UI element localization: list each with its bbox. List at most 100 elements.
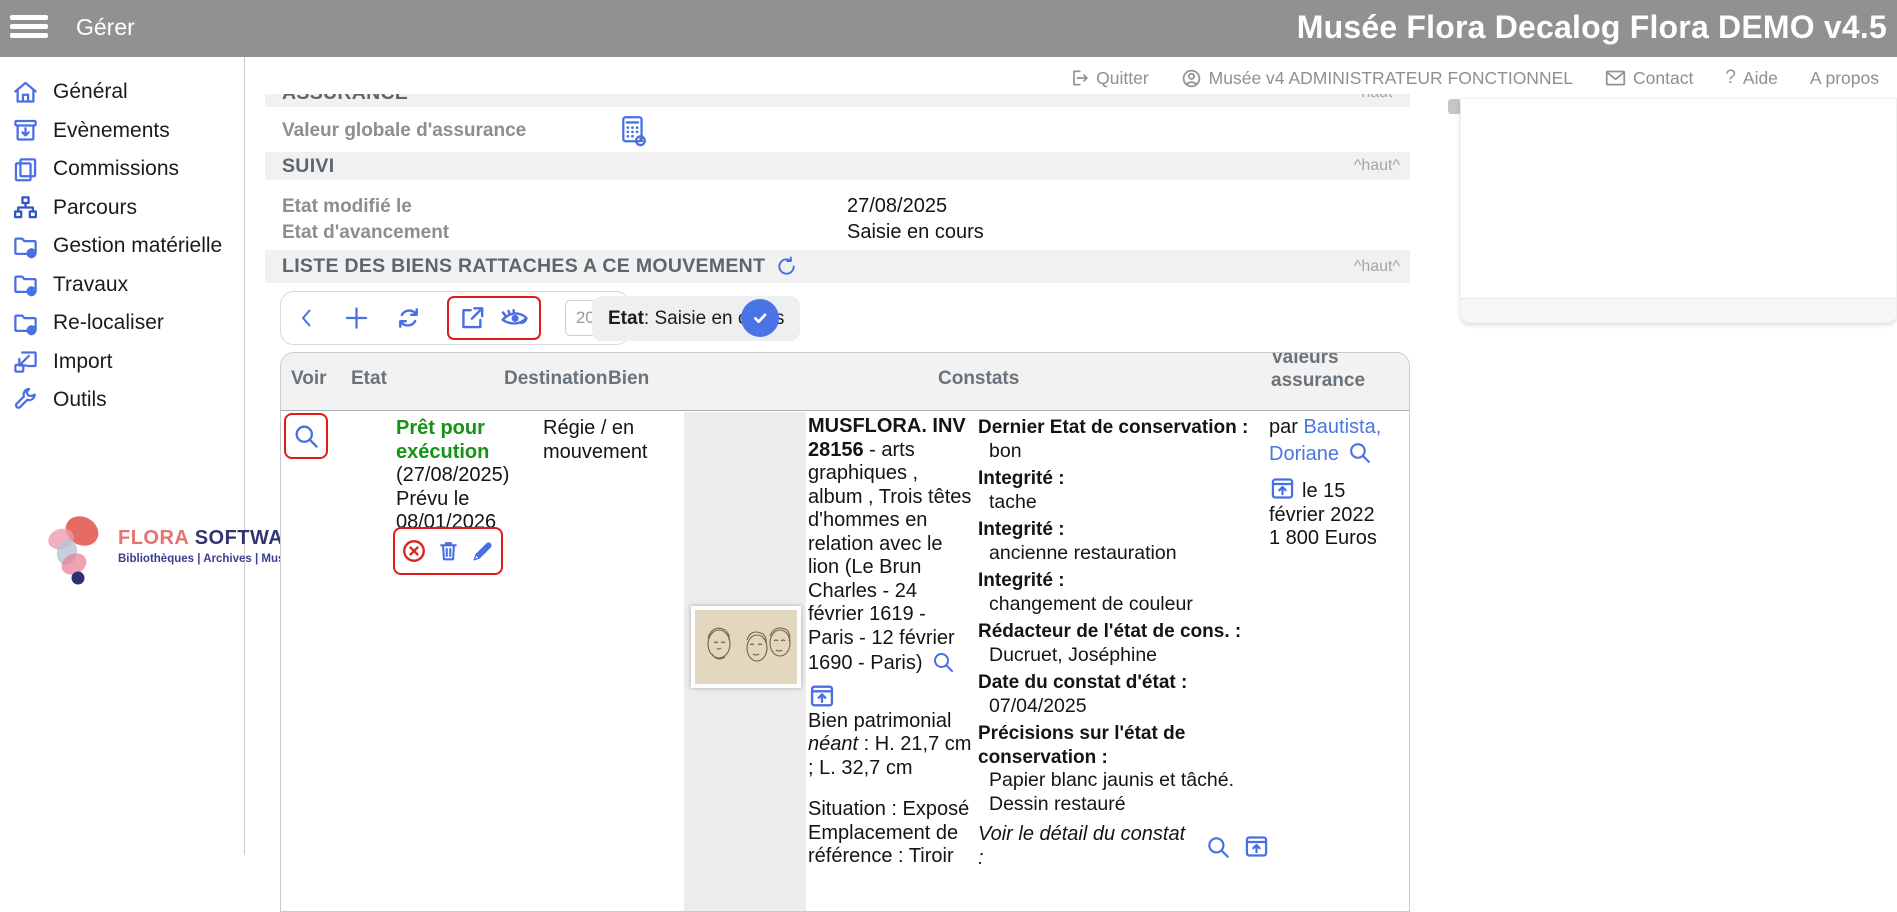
envelope-icon (1605, 69, 1626, 87)
valeur-date: le 15 février 2022 (1269, 475, 1405, 527)
constat-item: Integrité :tache (978, 467, 1270, 514)
user-menu[interactable]: Musée v4 ADMINISTRATEUR FONCTIONNEL (1181, 68, 1573, 89)
viewer-eye-icon[interactable] (499, 303, 530, 333)
etat-modifie-label: Etat modifié le (282, 196, 412, 218)
sidebar-item-travaux[interactable]: Travaux (0, 266, 244, 305)
constat-item: Dernier Etat de conservation :bon (978, 416, 1270, 463)
folder-globe-icon (12, 310, 39, 337)
apropos-link[interactable]: A propos (1810, 68, 1879, 89)
sitemap-icon (12, 194, 39, 221)
col-destination: Destination (504, 368, 607, 390)
etat-avancement-label: Etat d'avancement (282, 222, 449, 244)
sidebar-nav: Général Evènements Commissions Parcours … (0, 57, 245, 855)
app-header: Gérer Musée Flora Decalog Flora DEMO v4.… (0, 0, 1897, 57)
trash-icon[interactable] (436, 538, 461, 564)
assurance-section-title: ASSURANCE (282, 94, 408, 105)
annotation-box-toolbar (447, 296, 541, 340)
archive-icon (12, 117, 39, 144)
valeurs-assurance-cell: par Bautista, Doriane le 15 février 2022… (1269, 416, 1405, 551)
calculator-icon[interactable] (618, 115, 648, 147)
constat-item: Integrité :changement de couleur (978, 569, 1270, 616)
chevron-left-icon[interactable] (295, 304, 319, 332)
wrench-icon (12, 387, 39, 414)
scroll-top-link[interactable]: ^haut^ (1354, 258, 1400, 276)
sidebar-item-general[interactable]: Général (0, 73, 244, 112)
folder-globe-icon (12, 271, 39, 298)
sidebar-item-outils[interactable]: Outils (0, 381, 244, 420)
question-icon: ? (1725, 67, 1736, 89)
app-title: Musée Flora Decalog Flora DEMO v4.5 (1297, 9, 1887, 46)
sidebar-item-parcours[interactable]: Parcours (0, 189, 244, 228)
cancel-circle-icon[interactable] (401, 538, 427, 564)
biens-table: Voir Etat Destination Bien Constats Vale… (280, 352, 1410, 912)
etat-modifie-value: 27/08/2025 (847, 195, 947, 218)
quitter-link[interactable]: Quitter (1069, 68, 1149, 89)
suivi-section-header: SUIVI ^haut^ (265, 152, 1410, 180)
etat-status: Prêt pour exécution (396, 417, 489, 463)
col-voir: Voir (291, 368, 327, 390)
valeur-montant: 1 800 Euros (1269, 527, 1405, 551)
sidebar-item-gestion-materielle[interactable]: Gestion matérielle (0, 227, 244, 266)
check-circle-icon[interactable] (741, 299, 779, 337)
refresh-icon[interactable] (775, 255, 798, 278)
assurance-section-clipped: ASSURANCE ^haut^ (265, 94, 1410, 107)
import-icon (12, 348, 39, 375)
suivi-section-title: SUIVI (282, 155, 334, 178)
etat-avancement-value: Saisie en cours (847, 221, 984, 244)
sidebar-item-evenements[interactable]: Evènements (0, 112, 244, 151)
col-constats: Constats (938, 368, 1019, 390)
home-icon (12, 79, 39, 106)
bien-description: - arts graphiques , album , Trois têtes … (808, 439, 971, 675)
table-header-row: Voir Etat Destination Bien Constats Vale… (281, 353, 1409, 411)
top-links-row: Quitter Musée v4 ADMINISTRATEUR FONCTION… (246, 60, 1897, 96)
bien-type: Bien patrimonial (808, 710, 972, 734)
right-side-panel (1460, 98, 1897, 323)
search-icon[interactable] (292, 422, 320, 450)
bien-cell: MUSFLORA. INV 28156 - arts graphiques , … (808, 415, 972, 869)
scroll-top-link[interactable]: ^haut^ (1354, 94, 1400, 102)
open-window-icon[interactable] (808, 682, 972, 710)
annotation-box-voir (284, 413, 328, 459)
brand-tagline: Bibliothèques | Archives | Musées (118, 553, 304, 565)
constat-item: Integrité :ancienne restauration (978, 518, 1270, 565)
col-valeurs-assurance: Valeurs assurance (1271, 352, 1371, 392)
constats-cell: Dernier Etat de conservation :bon Integr… (978, 416, 1270, 870)
constat-item: Précisions sur l'état de conservation :P… (978, 722, 1270, 816)
search-icon[interactable] (1347, 440, 1372, 465)
app-root: { "header": { "menu_label": "Gérer", "ap… (0, 0, 1897, 855)
bien-dimensions: néant : H. 21,7 cm ; L. 32,7 cm (808, 733, 972, 780)
pencil-icon[interactable] (470, 538, 496, 564)
aide-link[interactable]: ? Aide (1725, 67, 1778, 89)
destination-cell: Régie / en mouvement (543, 417, 655, 464)
constat-item: Rédacteur de l'état de cons. :Ducruet, J… (978, 620, 1270, 667)
sidebar-item-relocaliser[interactable]: Re-localiser (0, 304, 244, 343)
scroll-top-link[interactable]: ^haut^ (1354, 157, 1400, 175)
right-panel-footer (1461, 298, 1896, 322)
liste-biens-title: LISTE DES BIENS RATTACHES A CE MOUVEMENT (282, 255, 765, 278)
col-etat: Etat (351, 368, 387, 390)
search-icon[interactable] (931, 650, 955, 674)
constat-detail-row: Voir le détail du constat : (978, 823, 1270, 870)
hamburger-menu-icon[interactable] (10, 11, 48, 45)
contact-link[interactable]: Contact (1605, 68, 1693, 89)
bien-situation: Situation : Exposé (808, 798, 972, 822)
open-external-icon[interactable] (458, 303, 487, 333)
constat-item: Date du constat d'état :07/04/2025 (978, 671, 1270, 718)
open-window-icon[interactable] (1243, 833, 1270, 860)
constat-detail-label: Voir le détail du constat : (978, 823, 1193, 870)
exit-icon (1069, 68, 1089, 88)
open-window-icon[interactable] (1269, 475, 1296, 502)
search-icon[interactable] (1205, 834, 1231, 860)
liste-toolbar (280, 291, 630, 345)
sidebar-item-import[interactable]: Import (0, 343, 244, 382)
user-icon (1181, 68, 1202, 89)
sidebar-item-commissions[interactable]: Commissions (0, 150, 244, 189)
folder-globe-icon (12, 233, 39, 260)
valeur-assurance-label: Valeur globale d'assurance (282, 120, 526, 142)
recycle-icon[interactable] (394, 303, 423, 333)
plus-icon[interactable] (343, 304, 370, 332)
menu-label[interactable]: Gérer (76, 14, 135, 41)
annotation-box-row-actions (393, 527, 503, 575)
valeur-redacteur: par Bautista, Doriane (1269, 416, 1405, 466)
bien-thumbnail[interactable] (691, 606, 801, 688)
